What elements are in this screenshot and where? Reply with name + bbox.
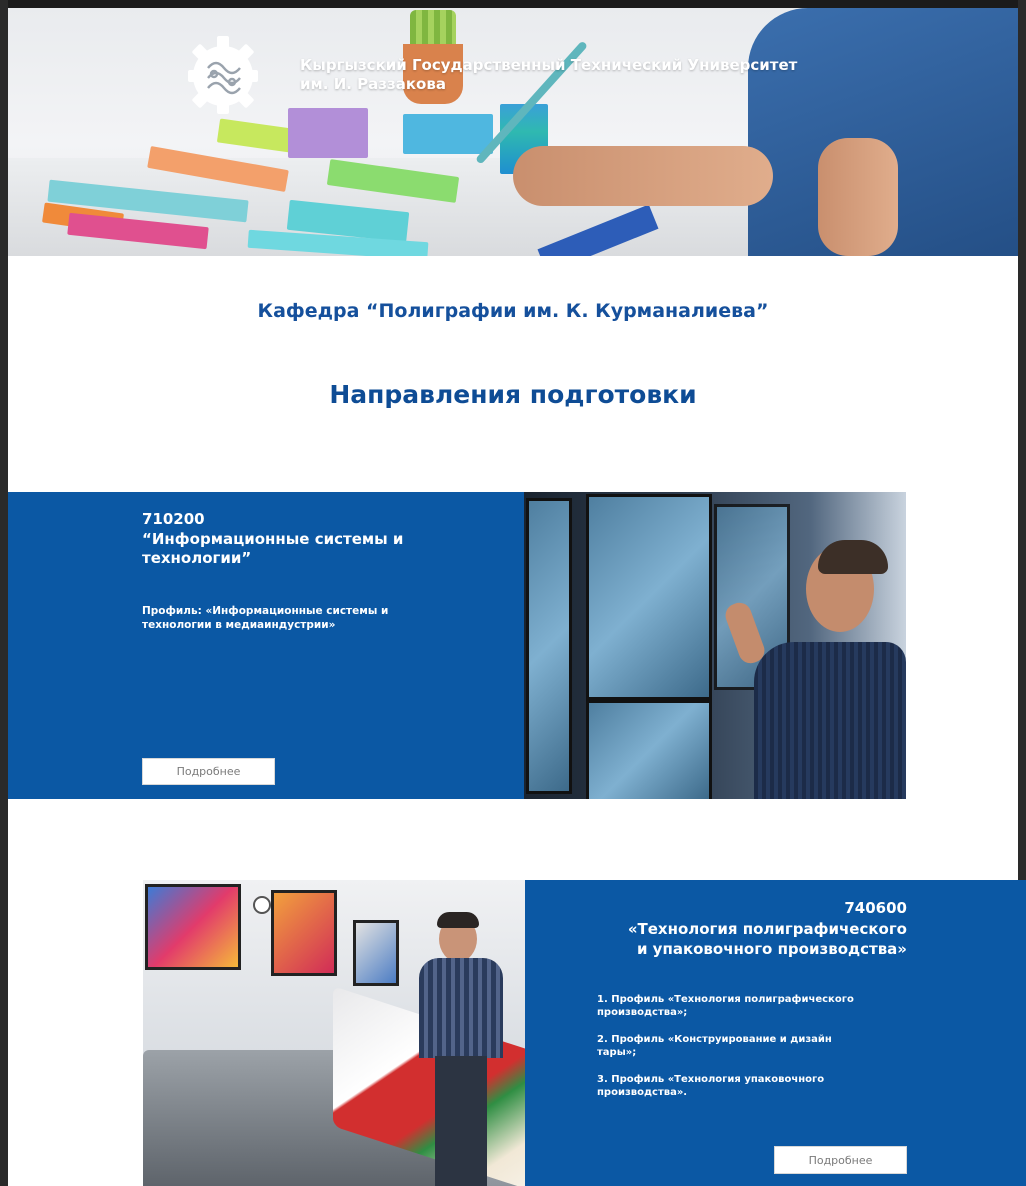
window-frame-left (0, 0, 8, 1186)
profile-2-line-2: тары»; (597, 1047, 637, 1058)
program-profile-item-3: 3. Профиль «Технология упаковочного прои… (597, 1073, 917, 1099)
profile-2-line-1: 2. Профиль «Конструирование и дизайн (597, 1034, 832, 1045)
photo-screen-2 (586, 494, 712, 700)
program-profile-line-2: технологии в медиаиндустрии» (142, 619, 336, 631)
program-code: 740600 (844, 899, 907, 917)
photo-printer-person-hair (437, 912, 479, 928)
program-name-line-2: технологии” (142, 549, 252, 567)
profile-1-line-1: 1. Профиль «Технология полиграфического (597, 994, 854, 1005)
profile-3-line-2: производства». (597, 1087, 688, 1098)
program-profile-item-1: 1. Профиль «Технология полиграфического … (597, 993, 917, 1019)
program-code: 710200 (142, 510, 205, 528)
hero-person-arm (513, 146, 773, 206)
swatch-lavender (288, 108, 368, 158)
program-profile: Профиль: «Информационные системы и техно… (142, 604, 388, 632)
department-title: Кафедра “Полиграфии им. К. Курманалиева” (257, 300, 769, 322)
photo-person-sweater (754, 642, 906, 799)
university-logo-icon (188, 36, 258, 114)
photo-screen-3 (586, 700, 712, 799)
photo-poster-2 (271, 890, 337, 976)
program-photo-printer (143, 880, 525, 1186)
program-profile-item-2: 2. Профиль «Конструирование и дизайн тар… (597, 1033, 917, 1059)
photo-poster-3 (353, 920, 399, 986)
program-profile-line-1: Профиль: «Информационные системы и (142, 605, 389, 617)
photo-printer-person-shirt (419, 958, 503, 1058)
photo-printer-person-jeans (435, 1056, 487, 1186)
program-name-line-2: и упаковочного производства» (636, 940, 907, 958)
program-name-line-1: «Технология полиграфического (627, 920, 907, 938)
details-button[interactable]: Подробнее (142, 758, 275, 785)
program-card-740600: 740600 «Технология полиграфического и уп… (525, 880, 1026, 1186)
program-name: “Информационные системы и технологии” (142, 530, 403, 568)
photo-wall-clock (253, 896, 271, 914)
hero-banner: Кыргызский Государственный Технический У… (8, 8, 1018, 256)
photo-screen-1 (526, 498, 572, 794)
university-name: Кыргызский Государственный Технический У… (300, 56, 900, 94)
program-name-line-1: “Информационные системы и (142, 530, 404, 548)
hero-person-upper-arm (818, 138, 898, 256)
program-profiles-list: 1. Профиль «Технология полиграфического … (597, 993, 917, 1099)
university-name-line-2: им. И. Раззакова (300, 75, 446, 93)
window-frame-top (0, 0, 1026, 8)
program-name: «Технология полиграфического и упаковочн… (507, 919, 907, 959)
photo-poster-1 (145, 884, 241, 970)
swatch-sky (403, 114, 493, 154)
program-photo-it-specialist (524, 492, 906, 799)
profile-1-line-2: производства»; (597, 1007, 688, 1018)
university-name-line-1: Кыргызский Государственный Технический У… (300, 56, 798, 74)
photo-person-hair (818, 540, 888, 574)
section-title: Направления подготовки (329, 380, 697, 409)
profile-3-line-1: 3. Профиль «Технология упаковочного (597, 1074, 825, 1085)
details-button[interactable]: Подробнее (774, 1146, 907, 1174)
